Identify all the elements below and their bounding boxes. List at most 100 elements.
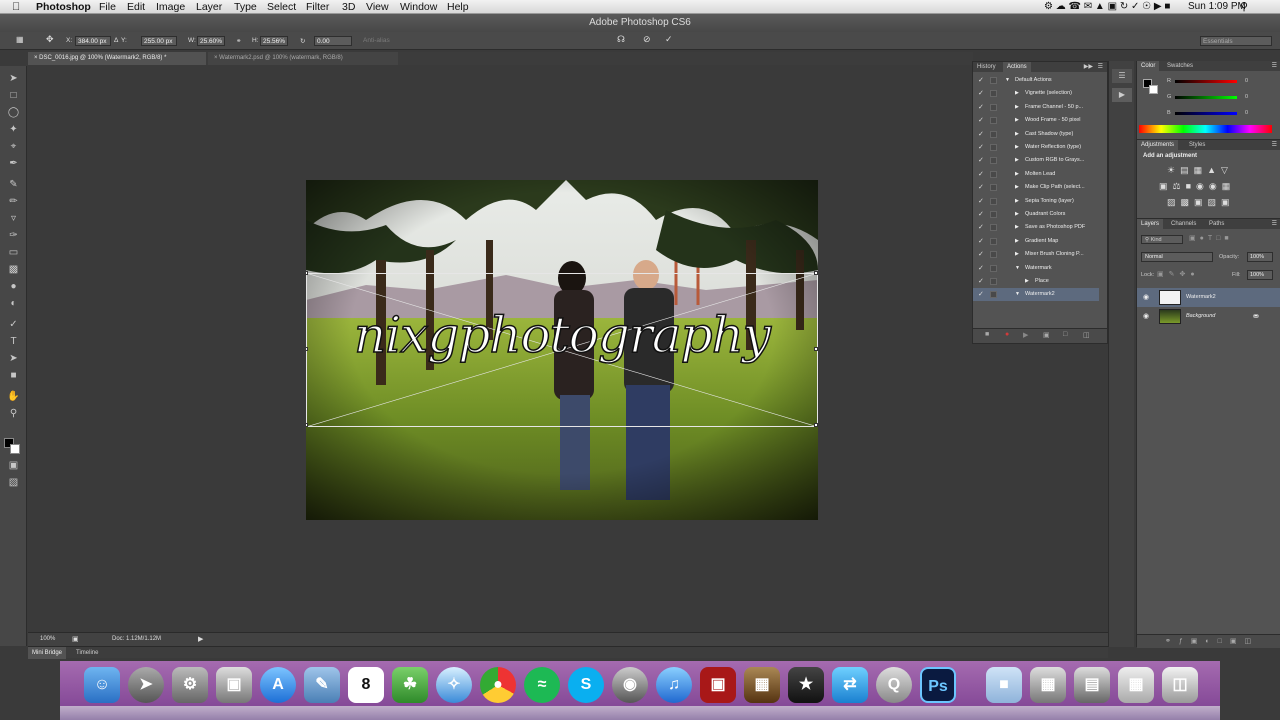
workspace-select[interactable]: Essentials bbox=[1200, 36, 1272, 46]
dialog-toggle-box[interactable] bbox=[990, 170, 997, 178]
menu-file[interactable]: File bbox=[99, 0, 116, 14]
action-toggle-check-icon[interactable]: ✓ bbox=[978, 128, 984, 141]
actions-panel-icon[interactable]: ▶ bbox=[1112, 88, 1132, 102]
hand-tool-icon[interactable]: ✋ bbox=[7, 390, 20, 403]
menu-3d[interactable]: 3D bbox=[342, 0, 355, 14]
dialog-toggle-box[interactable] bbox=[990, 251, 997, 259]
menu-layer[interactable]: Layer bbox=[196, 0, 222, 14]
gradient-tool-icon[interactable]: ▩ bbox=[7, 263, 20, 276]
action-toggle-check-icon[interactable]: ✓ bbox=[978, 114, 984, 127]
tab-layers[interactable]: Layers bbox=[1137, 219, 1164, 229]
lasso-tool-icon[interactable]: ◯ bbox=[7, 106, 20, 119]
reference-point-icon[interactable]: ✥ bbox=[46, 34, 54, 45]
color-spectrum[interactable] bbox=[1139, 125, 1272, 133]
link-icon[interactable]: ⚭ bbox=[236, 37, 241, 45]
expand-triangle-icon[interactable]: ▶ bbox=[1015, 141, 1019, 154]
tab-watermark2[interactable]: × Watermark2.psd @ 100% (watermark, RGB/… bbox=[208, 52, 398, 65]
move-tool-icon[interactable]: ➤ bbox=[7, 72, 20, 85]
play-icon[interactable]: ▶ bbox=[1023, 331, 1028, 339]
export-icon[interactable]: ▣ bbox=[72, 635, 79, 643]
menubar-clock[interactable]: Sun 1:09 PM bbox=[1188, 0, 1246, 14]
r-slider[interactable] bbox=[1175, 80, 1237, 83]
expand-triangle-icon[interactable]: ▼ bbox=[1015, 288, 1020, 301]
action-row[interactable]: ✓ ▶ Make Clip Path (select... bbox=[973, 181, 1099, 194]
expand-triangle-icon[interactable]: ▼ bbox=[1005, 74, 1010, 87]
w-input[interactable]: 25.60% bbox=[197, 36, 225, 46]
trash-icon[interactable]: ◫ bbox=[1083, 331, 1090, 339]
chrome-icon[interactable]: ● bbox=[480, 667, 516, 703]
r-value[interactable]: 0 bbox=[1245, 78, 1248, 84]
expand-triangle-icon[interactable]: ▶ bbox=[1015, 168, 1019, 181]
dialog-toggle-box[interactable] bbox=[990, 224, 997, 232]
action-row[interactable]: ✓ ▶ Mixer Brush Cloning P... bbox=[973, 248, 1099, 261]
antialias-checkbox[interactable]: Anti-alias bbox=[363, 37, 390, 44]
tab-color[interactable]: Color bbox=[1137, 61, 1160, 71]
type-tool-icon[interactable]: T bbox=[7, 335, 20, 348]
visibility-eye-icon[interactable]: ◉ bbox=[1143, 288, 1149, 307]
expand-triangle-icon[interactable]: ▶ bbox=[1015, 154, 1019, 167]
layer-name[interactable]: Background bbox=[1186, 307, 1215, 326]
quicktime-icon[interactable]: Q bbox=[876, 667, 912, 703]
dialog-toggle-box[interactable] bbox=[990, 237, 997, 245]
tab-history[interactable]: History bbox=[973, 62, 1000, 72]
status-menu-arrow-icon[interactable]: ▶ bbox=[198, 635, 203, 643]
expand-triangle-icon[interactable]: ▶ bbox=[1015, 208, 1019, 221]
commit-transform-icon[interactable]: ✓ bbox=[665, 34, 673, 45]
action-toggle-check-icon[interactable]: ✓ bbox=[978, 208, 984, 221]
dialog-toggle-box[interactable] bbox=[990, 157, 997, 165]
marquee-tool-icon[interactable]: □ bbox=[7, 89, 20, 102]
dialog-toggle-box[interactable] bbox=[990, 77, 997, 84]
quick-mask-icon[interactable]: ▣ bbox=[7, 459, 20, 472]
dialog-toggle-box[interactable] bbox=[990, 211, 997, 218]
preview-icon[interactable]: ✎ bbox=[304, 667, 340, 703]
evernote-icon[interactable]: ☘ bbox=[392, 667, 428, 703]
action-toggle-check-icon[interactable]: ✓ bbox=[978, 101, 984, 114]
adjustment-icons-row-3[interactable]: ▨▩▣▨▣ bbox=[1167, 197, 1235, 208]
action-row[interactable]: ✓ ▼ Default Actions bbox=[973, 74, 1099, 87]
safari-icon[interactable]: ✧ bbox=[436, 667, 472, 703]
menu-image[interactable]: Image bbox=[156, 0, 185, 14]
healing-brush-tool-icon[interactable]: ✎ bbox=[7, 178, 20, 191]
warp-icon[interactable]: ☊ bbox=[617, 34, 625, 45]
expand-triangle-icon[interactable]: ▶ bbox=[1015, 114, 1019, 127]
dialog-toggle-box[interactable] bbox=[990, 130, 997, 138]
expand-triangle-icon[interactable]: ▶ bbox=[1015, 181, 1019, 194]
eyedropper-tool-icon[interactable]: ✒ bbox=[7, 157, 20, 170]
layer-filter-icons[interactable]: ▣●T□■ bbox=[1189, 234, 1233, 242]
brush-tool-icon[interactable]: ✏ bbox=[7, 195, 20, 208]
menu-filter[interactable]: Filter bbox=[306, 0, 329, 14]
itunes-icon[interactable]: ♫ bbox=[656, 667, 692, 703]
zoom-tool-icon[interactable]: ⚲ bbox=[7, 407, 20, 420]
path-select-tool-icon[interactable]: ➤ bbox=[7, 352, 20, 365]
action-row[interactable]: ✓ ▼ Watermark bbox=[973, 262, 1099, 275]
x-input[interactable]: 384.00 px bbox=[75, 36, 111, 46]
adjustment-icons-row-2[interactable]: ▣⚖■◉◉▦ bbox=[1159, 181, 1235, 192]
expand-triangle-icon[interactable]: ▶ bbox=[1015, 248, 1019, 261]
layers-footer-icons[interactable]: ⚭ƒ▣◐□▣◫ bbox=[1165, 637, 1259, 645]
menu-type[interactable]: Type bbox=[234, 0, 257, 14]
action-row[interactable]: ✓ ▶ Custom RGB to Grays... bbox=[973, 154, 1099, 167]
transform-handle[interactable] bbox=[306, 423, 308, 427]
document-image[interactable]: nixgphotography bbox=[306, 180, 818, 520]
new-set-icon[interactable]: ▣ bbox=[1043, 331, 1050, 339]
color-bg-swatch[interactable] bbox=[1149, 85, 1158, 94]
layer-row-background[interactable]: ◉ Background ⛂ bbox=[1137, 307, 1280, 326]
action-row[interactable]: ✓ ▶ Water Reflection (type) bbox=[973, 141, 1099, 154]
tab-timeline[interactable]: Timeline bbox=[76, 647, 98, 659]
dodge-tool-icon[interactable]: ◐ bbox=[7, 297, 20, 310]
teamviewer-icon[interactable]: ⇄ bbox=[832, 667, 868, 703]
dialog-toggle-box[interactable] bbox=[990, 103, 997, 111]
panel-menu-icon[interactable]: ☰ bbox=[1272, 61, 1277, 71]
zoom-level[interactable]: 100% bbox=[40, 636, 55, 642]
action-row[interactable]: ✓ ▶ Save as Photoshop PDF bbox=[973, 221, 1099, 234]
b-value[interactable]: 0 bbox=[1245, 110, 1248, 116]
tab-dsc0016[interactable]: × DSC_0016.jpg @ 100% (Watermark2, RGB/8… bbox=[28, 52, 206, 65]
action-row[interactable]: ✓ ▶ Quadrant Colors bbox=[973, 208, 1099, 221]
quick-select-tool-icon[interactable]: ✦ bbox=[7, 123, 20, 136]
action-row[interactable]: ✓ ▶ Sepia Toning (layer) bbox=[973, 195, 1099, 208]
action-toggle-check-icon[interactable]: ✓ bbox=[978, 181, 984, 194]
tab-adjustments[interactable]: Adjustments bbox=[1137, 140, 1179, 150]
action-toggle-check-icon[interactable]: ✓ bbox=[978, 262, 984, 275]
spotify-icon[interactable]: ≈ bbox=[524, 667, 560, 703]
stop-icon[interactable]: ■ bbox=[985, 331, 989, 338]
